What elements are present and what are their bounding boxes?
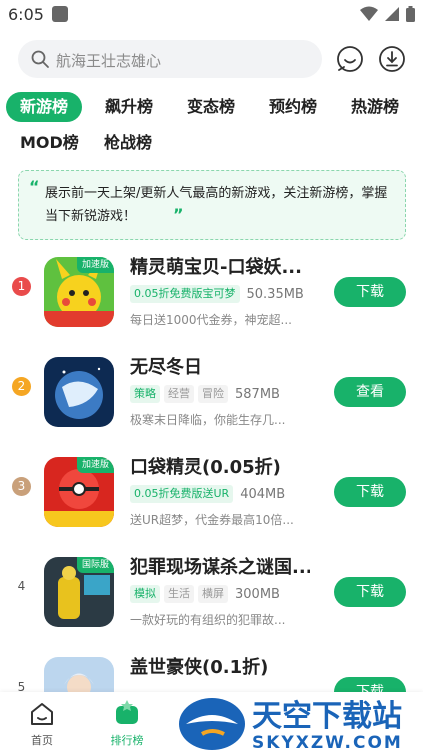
- status-time: 6:05: [8, 5, 44, 24]
- version-badge: 加速版: [76, 257, 114, 273]
- open-quote-icon: “: [29, 177, 40, 196]
- watermark-title: 天空下载站: [252, 699, 402, 734]
- game-icon: [44, 357, 114, 427]
- game-name: 犯罪现场谋杀之谜国...: [130, 557, 310, 578]
- ranking-tabs-row2: MOD榜 枪战榜: [0, 128, 423, 160]
- download-manager-icon[interactable]: [378, 45, 406, 73]
- download-button[interactable]: 下载: [334, 577, 406, 607]
- search-row: 航海王壮志雄心: [18, 40, 408, 78]
- game-icon: 加速版: [44, 257, 114, 327]
- game-meta: 0.05折免费版送UR 404MB: [130, 485, 285, 503]
- ranking-tabs: 新游榜 飙升榜 变态榜 预约榜 热游榜: [6, 92, 416, 124]
- game-name: 口袋精灵(0.05折): [130, 457, 281, 478]
- signal-icon: [385, 7, 399, 21]
- tab-new-games[interactable]: 新游榜: [6, 92, 83, 122]
- game-description: 每日送1000代金券，神宠超...: [130, 313, 292, 327]
- game-icon: 国际服: [44, 557, 114, 627]
- game-size: 300MB: [235, 586, 280, 602]
- game-meta: 0.05折免费版宝可梦 50.35MB: [130, 285, 304, 303]
- game-tag: 冒险: [198, 385, 228, 403]
- game-tag: 0.05折免费版送UR: [130, 485, 234, 503]
- search-input[interactable]: 航海王壮志雄心: [18, 40, 322, 78]
- version-badge: 国际服: [76, 557, 114, 573]
- tab-preorder[interactable]: 预约榜: [269, 92, 317, 122]
- wifi-icon: [360, 6, 378, 21]
- list-item[interactable]: 3 加速版 口袋精灵(0.05折) 0.05折免费版送UR 404MB 送UR超…: [0, 450, 423, 540]
- nav-ranking-label: 排行榜: [110, 734, 144, 747]
- game-name: 精灵萌宝贝-口袋妖...: [130, 257, 302, 278]
- close-quote-icon: ”: [173, 205, 184, 224]
- game-meta: 策略 经营 冒险 587MB: [130, 385, 280, 403]
- game-tag: 模拟: [130, 585, 160, 603]
- notification-icon: [52, 6, 68, 22]
- nav-home-label: 首页: [31, 734, 53, 747]
- game-description: 极寒末日降临，你能生存几...: [130, 413, 286, 427]
- watermark-logo: 天空下载站 SKYXZW.COM: [179, 698, 403, 752]
- game-meta: 模拟 生活 横屏 300MB: [130, 585, 280, 603]
- list-item[interactable]: 4 国际服 犯罪现场谋杀之谜国... 模拟 生活 横屏 300MB 一款好玩的有…: [0, 550, 423, 640]
- rank-number: 4: [17, 579, 26, 593]
- search-icon: [31, 50, 49, 68]
- status-bar: 6:05: [0, 0, 423, 30]
- tab-rising[interactable]: 飙升榜: [105, 92, 153, 122]
- game-size: 50.35MB: [246, 286, 304, 302]
- download-button[interactable]: 下载: [334, 277, 406, 307]
- game-description: 送UR超梦，代金券最高10倍...: [130, 513, 294, 527]
- game-tag: 经营: [164, 385, 194, 403]
- game-tag: 横屏: [198, 585, 228, 603]
- message-icon[interactable]: [336, 45, 364, 73]
- list-item[interactable]: 2 无尽冬日 策略 经营 冒险 587MB 极寒末日降临，你能生存几... 查看: [0, 350, 423, 440]
- tab-shooter[interactable]: 枪战榜: [104, 128, 152, 158]
- battery-icon: [406, 6, 415, 22]
- watermark: 天空下载站 SKYXZW.COM: [176, 692, 423, 752]
- list-item[interactable]: 1 加速版 精灵萌宝贝-口袋妖... 0.05折免费版宝可梦 50.35MB 每…: [0, 250, 423, 340]
- game-description: 一款好玩的有组织的犯罪故...: [130, 613, 286, 627]
- game-tag: 策略: [130, 385, 160, 403]
- view-button[interactable]: 查看: [334, 377, 406, 407]
- ranking-icon: [116, 700, 138, 724]
- tab-mod[interactable]: MOD榜: [20, 128, 79, 158]
- game-size: 404MB: [240, 486, 286, 502]
- search-placeholder: 航海王壮志雄心: [56, 52, 162, 70]
- tab-modded[interactable]: 变态榜: [187, 92, 235, 122]
- game-size: 587MB: [235, 386, 280, 402]
- rank-badge: 2: [12, 377, 31, 396]
- frozen-planet-art: [44, 357, 114, 427]
- home-icon: [31, 703, 53, 725]
- rank-badge: 3: [12, 477, 31, 496]
- game-tag: 生活: [164, 585, 194, 603]
- tab-hot[interactable]: 热游榜: [351, 92, 399, 122]
- nav-ranking[interactable]: 排行榜: [97, 692, 157, 752]
- nav-home[interactable]: 首页: [12, 692, 72, 752]
- ranking-notice: “ 展示前一天上架/更新人气最高的新游戏，关注新游榜，掌握当下新锐游戏！ ”: [18, 170, 406, 240]
- game-tag: 0.05折免费版宝可梦: [130, 285, 240, 303]
- game-icon: 加速版: [44, 457, 114, 527]
- rank-badge: 1: [12, 277, 31, 296]
- notice-text: 展示前一天上架/更新人气最高的新游戏，关注新游榜，掌握当下新锐游戏！: [45, 186, 388, 224]
- watermark-url: SKYXZW.COM: [252, 733, 403, 752]
- version-badge: 加速版: [76, 457, 114, 473]
- status-icons: [360, 6, 415, 22]
- download-button[interactable]: 下载: [334, 477, 406, 507]
- game-name: 盖世豪侠(0.1折): [130, 657, 269, 678]
- game-name: 无尽冬日: [130, 357, 202, 378]
